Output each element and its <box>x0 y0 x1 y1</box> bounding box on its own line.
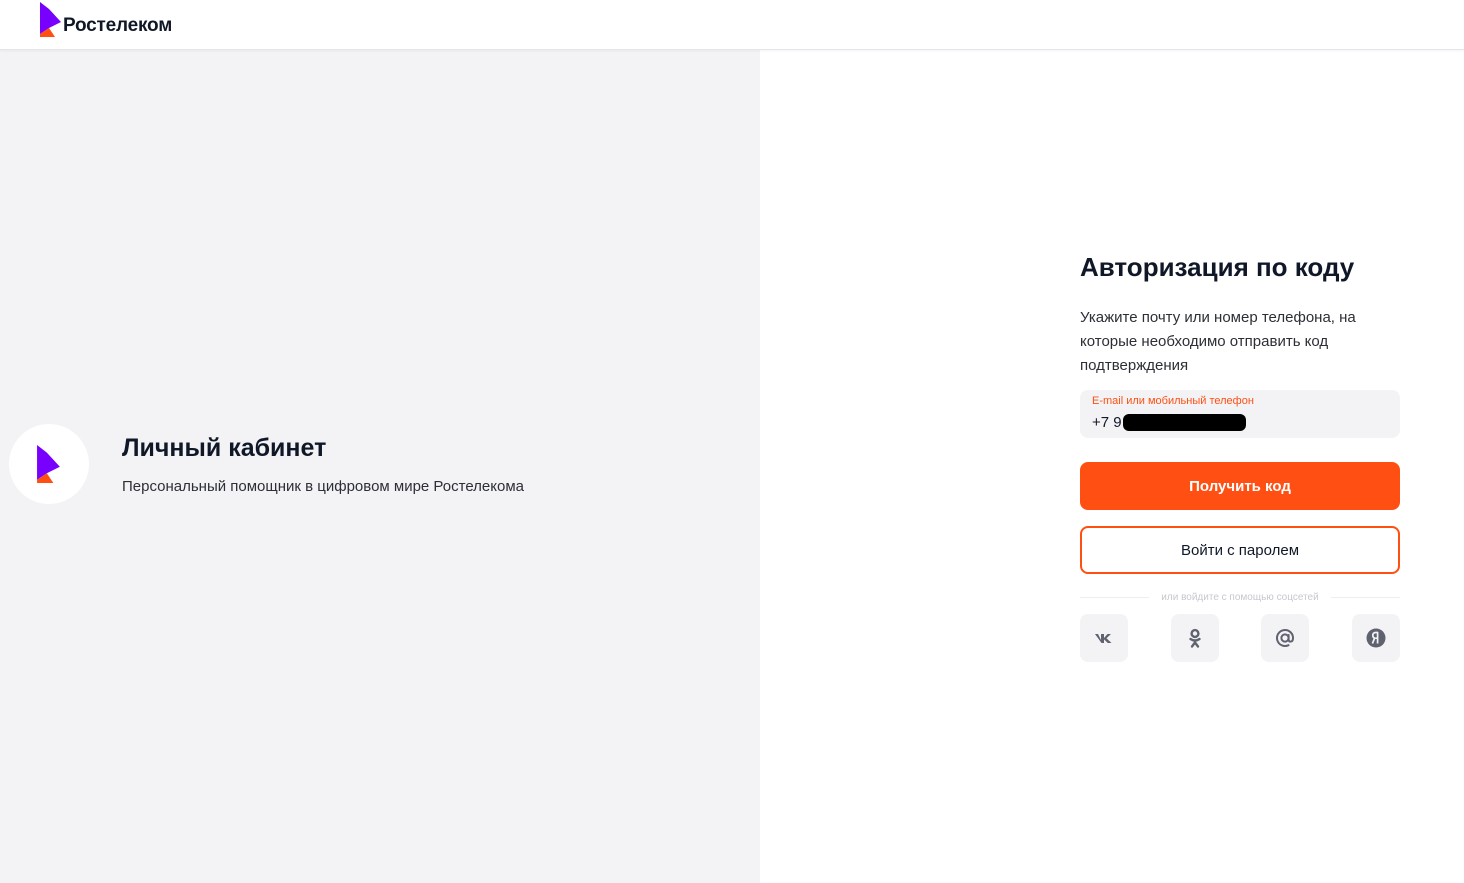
redacted-phone-mask <box>1123 414 1246 431</box>
divider-line <box>1330 596 1400 598</box>
odnoklassniki-icon <box>1188 628 1201 648</box>
account-badge <box>9 424 89 504</box>
auth-form: Авторизация по коду Укажите почту или но… <box>1080 250 1400 662</box>
header: Ростелеком <box>0 0 1464 50</box>
vk-login-button[interactable] <box>1080 614 1128 662</box>
brand-logo[interactable]: Ростелеком <box>40 2 172 37</box>
mailru-login-button[interactable] <box>1261 614 1310 662</box>
account-title: Личный кабинет <box>122 434 327 462</box>
odnoklassniki-login-button[interactable] <box>1170 614 1219 662</box>
rostelecom-logo-icon <box>37 445 60 483</box>
divider-line <box>1080 596 1150 598</box>
account-subtitle: Персональный помощник в цифровом мире Ро… <box>122 478 524 495</box>
login-field[interactable]: E-mail или мобильный телефон <box>1080 390 1400 438</box>
yandex-login-button[interactable] <box>1351 614 1400 662</box>
yandex-icon <box>1366 628 1386 648</box>
rostelecom-logo-icon <box>40 2 61 37</box>
vk-icon <box>1095 634 1112 643</box>
get-code-button[interactable]: Получить код <box>1080 462 1400 510</box>
auth-description: Укажите почту или номер телефона, на кот… <box>1080 309 1356 374</box>
social-divider: или войдите с помощью соцсетей <box>1080 590 1400 604</box>
at-sign-icon <box>1276 629 1295 647</box>
auth-title: Авторизация по коду <box>1080 252 1355 282</box>
social-divider-text: или войдите с помощью соцсетей <box>1161 591 1319 603</box>
login-with-password-button[interactable]: Войти с паролем <box>1080 526 1400 574</box>
promo-panel: Личный кабинет Персональный помощник в ц… <box>0 50 760 883</box>
social-login-list <box>1080 614 1400 662</box>
brand-name: Ростелеком <box>63 14 173 36</box>
auth-panel: Авторизация по коду Укажите почту или но… <box>760 50 1464 883</box>
login-field-label: E-mail или мобильный телефон <box>1092 395 1254 407</box>
